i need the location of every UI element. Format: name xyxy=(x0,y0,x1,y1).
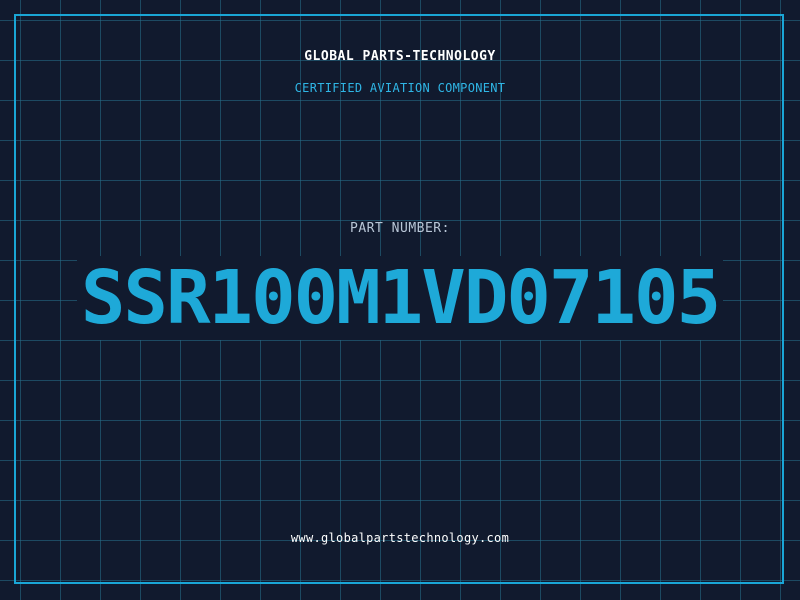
company-name: GLOBAL PARTS-TECHNOLOGY xyxy=(304,49,496,64)
component-subtitle: CERTIFIED AVIATION COMPONENT xyxy=(294,81,506,95)
website-url: www.globalpartstechnology.com xyxy=(290,531,510,545)
part-number-display: SSR100M1VD07105 xyxy=(0,256,800,340)
certificate-panel: GLOBAL PARTS-TECHNOLOGY CERTIFIED AVIATI… xyxy=(0,0,800,600)
part-number-value: SSR100M1VD07105 xyxy=(76,256,724,340)
part-number-label: PART NUMBER: xyxy=(350,221,450,236)
